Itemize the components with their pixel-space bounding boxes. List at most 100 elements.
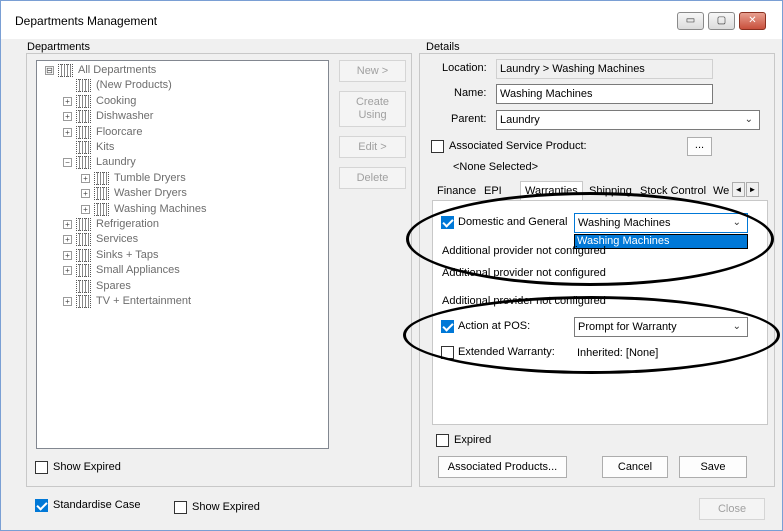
none-selected-text: <None Selected> <box>453 161 539 173</box>
tree-item-label: Refrigeration <box>96 218 159 230</box>
name-label: Name: <box>454 87 487 99</box>
folder-icon <box>76 94 91 108</box>
associated-products-button[interactable]: Associated Products... <box>438 456 567 478</box>
extended-warranty-label: Extended Warranty: <box>458 346 555 358</box>
expand-toggle-icon[interactable]: + <box>63 235 72 245</box>
maximize-button[interactable]: ▢ <box>708 12 735 30</box>
folder-icon <box>94 202 109 216</box>
domestic-general-checkbox[interactable] <box>441 216 454 229</box>
minimize-icon: ▭ <box>685 15 696 26</box>
close-button[interactable]: Close <box>699 498 765 520</box>
folder-icon <box>94 187 109 201</box>
expand-toggle-icon[interactable]: ⊟ <box>45 66 54 75</box>
tree-item-label: TV + Entertainment <box>96 295 192 307</box>
expand-toggle-icon[interactable]: + <box>63 127 72 137</box>
action-at-pos-select[interactable]: Prompt for Warranty ⌄ <box>574 317 748 337</box>
create-using-line2: Using <box>358 109 387 121</box>
tree-item-label: Laundry <box>96 156 136 169</box>
minimize-button[interactable]: ▭ <box>677 12 704 30</box>
tab-scroll-right-button[interactable]: ► <box>746 182 759 197</box>
folder-icon <box>94 171 109 185</box>
folder-icon <box>76 233 91 247</box>
associated-service-label: Associated Service Product: <box>449 140 587 152</box>
provider-status-1: Additional provider not configured <box>442 245 606 257</box>
departments-tree[interactable]: ⊟ All Departments (New Products) + Cooking + D… <box>36 60 329 449</box>
expand-toggle-icon[interactable]: + <box>63 297 72 306</box>
associated-service-browse-button[interactable]: ... <box>687 137 712 156</box>
standardise-case-checkbox[interactable] <box>35 499 48 512</box>
footer-show-expired-checkbox[interactable] <box>174 501 187 514</box>
folder-icon <box>76 79 91 93</box>
tab-warranties[interactable]: Warranties <box>520 181 583 201</box>
expired-label: Expired <box>454 434 492 446</box>
expand-toggle-icon[interactable]: − <box>63 158 72 168</box>
cancel-button[interactable]: Cancel <box>602 456 668 478</box>
folder-icon <box>76 248 91 262</box>
chevron-down-icon: ⌄ <box>744 114 753 125</box>
delete-button-label: Delete <box>356 172 389 184</box>
save-label: Save <box>700 461 726 473</box>
location-value: Laundry > Washing Machines <box>500 63 645 75</box>
new-button[interactable]: New > <box>339 60 406 82</box>
parent-select[interactable]: Laundry ⌄ <box>496 110 760 130</box>
window-title: Departments Management <box>15 14 158 28</box>
tab-finance[interactable]: Finance <box>437 184 476 201</box>
tab-stock-control[interactable]: Stock Control <box>640 184 706 201</box>
edit-button-label: Edit > <box>358 141 387 153</box>
expand-toggle-icon[interactable]: + <box>81 173 90 183</box>
footer-show-expired-label: Show Expired <box>192 501 260 513</box>
expand-toggle-icon[interactable]: + <box>63 266 72 276</box>
tree-item-label: Sinks + Taps <box>96 248 159 261</box>
extended-warranty-checkbox[interactable] <box>441 346 454 359</box>
cancel-label: Cancel <box>617 461 653 473</box>
show-expired-departments-label: Show Expired <box>53 461 121 473</box>
associated-products-label: Associated Products... <box>447 461 558 473</box>
expand-toggle-icon[interactable]: + <box>81 204 90 214</box>
folder-icon <box>58 64 73 77</box>
expand-toggle-icon[interactable]: + <box>63 112 72 122</box>
domestic-general-select[interactable]: Washing Machines ⌄ <box>574 213 748 233</box>
parent-value: Laundry <box>500 114 540 126</box>
tab-epi[interactable]: EPI <box>484 184 502 201</box>
name-value: Washing Machines <box>500 88 593 100</box>
provider-status-3: Additional provider not configured <box>442 295 606 307</box>
folder-icon <box>76 264 91 278</box>
details-group-label: Details <box>426 41 463 53</box>
location-field: Laundry > Washing Machines <box>496 59 713 79</box>
expand-toggle-icon[interactable]: + <box>81 189 90 199</box>
show-expired-departments-checkbox[interactable] <box>35 461 48 474</box>
tab-shipping[interactable]: Shipping <box>589 184 632 201</box>
departments-group-label: Departments <box>27 41 93 53</box>
close-window-button[interactable]: ✕ <box>739 12 766 30</box>
expand-toggle-icon[interactable]: + <box>63 220 72 229</box>
provider-status-2: Additional provider not configured <box>442 267 606 279</box>
delete-button[interactable]: Delete <box>339 167 406 189</box>
parent-label: Parent: <box>451 113 487 125</box>
folder-icon <box>76 279 91 293</box>
expand-toggle-icon[interactable]: + <box>63 96 72 106</box>
maximize-icon: ▢ <box>716 15 727 26</box>
edit-button[interactable]: Edit > <box>339 136 406 158</box>
new-button-label: New > <box>356 65 389 77</box>
expand-toggle-icon[interactable]: + <box>63 250 72 260</box>
expired-checkbox[interactable] <box>436 434 449 447</box>
folder-icon <box>76 218 91 231</box>
save-button[interactable]: Save <box>679 456 747 478</box>
tab-we[interactable]: We <box>713 184 729 201</box>
arrow-right-icon: ► <box>748 185 757 194</box>
arrow-left-icon: ◄ <box>734 185 743 194</box>
departments-management-window: Departments Management ▭ ▢ ✕ Departments… <box>0 0 783 531</box>
action-at-pos-checkbox[interactable] <box>441 320 454 333</box>
chevron-down-icon: ⌄ <box>732 321 741 332</box>
tree-item-label: Small Appliances <box>96 264 180 277</box>
domestic-general-label: Domestic and General <box>458 216 568 228</box>
folder-icon <box>76 110 91 124</box>
name-input[interactable]: Washing Machines <box>496 84 713 104</box>
associated-service-checkbox[interactable] <box>431 140 444 153</box>
folder-icon <box>76 125 91 139</box>
tree-item-label: Kits <box>96 141 115 153</box>
create-using-button[interactable]: Create Using <box>339 91 406 127</box>
tree-item-label: (New Products) <box>96 79 172 92</box>
tab-scroll-left-button[interactable]: ◄ <box>732 182 745 197</box>
tree-item-label: All Departments <box>78 64 157 76</box>
